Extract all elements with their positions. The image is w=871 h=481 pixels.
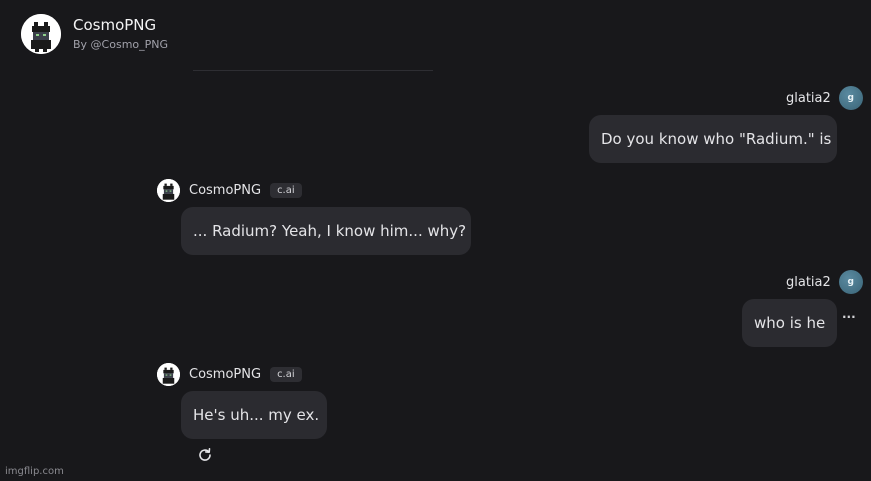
- bot-message-bubble: ... Radium? Yeah, I know him... why?: [181, 207, 471, 255]
- bot-message-header: CosmoPNG c.ai: [157, 179, 302, 202]
- chat-page: CosmoPNG By @Cosmo_PNG glatia2 g Do you …: [0, 0, 871, 481]
- bot-avatar[interactable]: [21, 14, 61, 54]
- cai-tag: c.ai: [270, 367, 302, 382]
- user-message-bubble: Do you know who "Radium." is: [589, 115, 837, 163]
- cosmo-avatar-icon: [157, 363, 180, 386]
- user-name: glatia2: [786, 274, 831, 290]
- bot-message-header: CosmoPNG c.ai: [157, 363, 302, 386]
- refresh-icon[interactable]: [197, 447, 213, 463]
- user-message-header: glatia2 g: [786, 86, 863, 110]
- divider: [193, 70, 433, 71]
- header-title: CosmoPNG: [73, 16, 157, 34]
- cai-tag: c.ai: [270, 183, 302, 198]
- user-name: glatia2: [786, 90, 831, 106]
- cosmo-avatar-icon: [21, 14, 61, 54]
- chat-header: CosmoPNG By @Cosmo_PNG: [21, 14, 168, 54]
- user-avatar[interactable]: g: [838, 270, 863, 294]
- user-message-bubble: who is he: [742, 299, 837, 347]
- bot-name: CosmoPNG: [189, 367, 262, 382]
- bot-avatar-small[interactable]: [157, 363, 180, 386]
- bot-avatar-small[interactable]: [157, 179, 180, 202]
- user-message-header: glatia2 g: [786, 270, 863, 294]
- user-avatar[interactable]: g: [838, 86, 863, 110]
- more-options-icon[interactable]: ···: [842, 310, 856, 324]
- header-byline[interactable]: By @Cosmo_PNG: [73, 37, 168, 53]
- bot-name: CosmoPNG: [189, 183, 262, 198]
- cosmo-avatar-icon: [157, 179, 180, 202]
- watermark: imgflip.com: [5, 466, 64, 477]
- bot-message-bubble: He's uh... my ex.: [181, 391, 327, 439]
